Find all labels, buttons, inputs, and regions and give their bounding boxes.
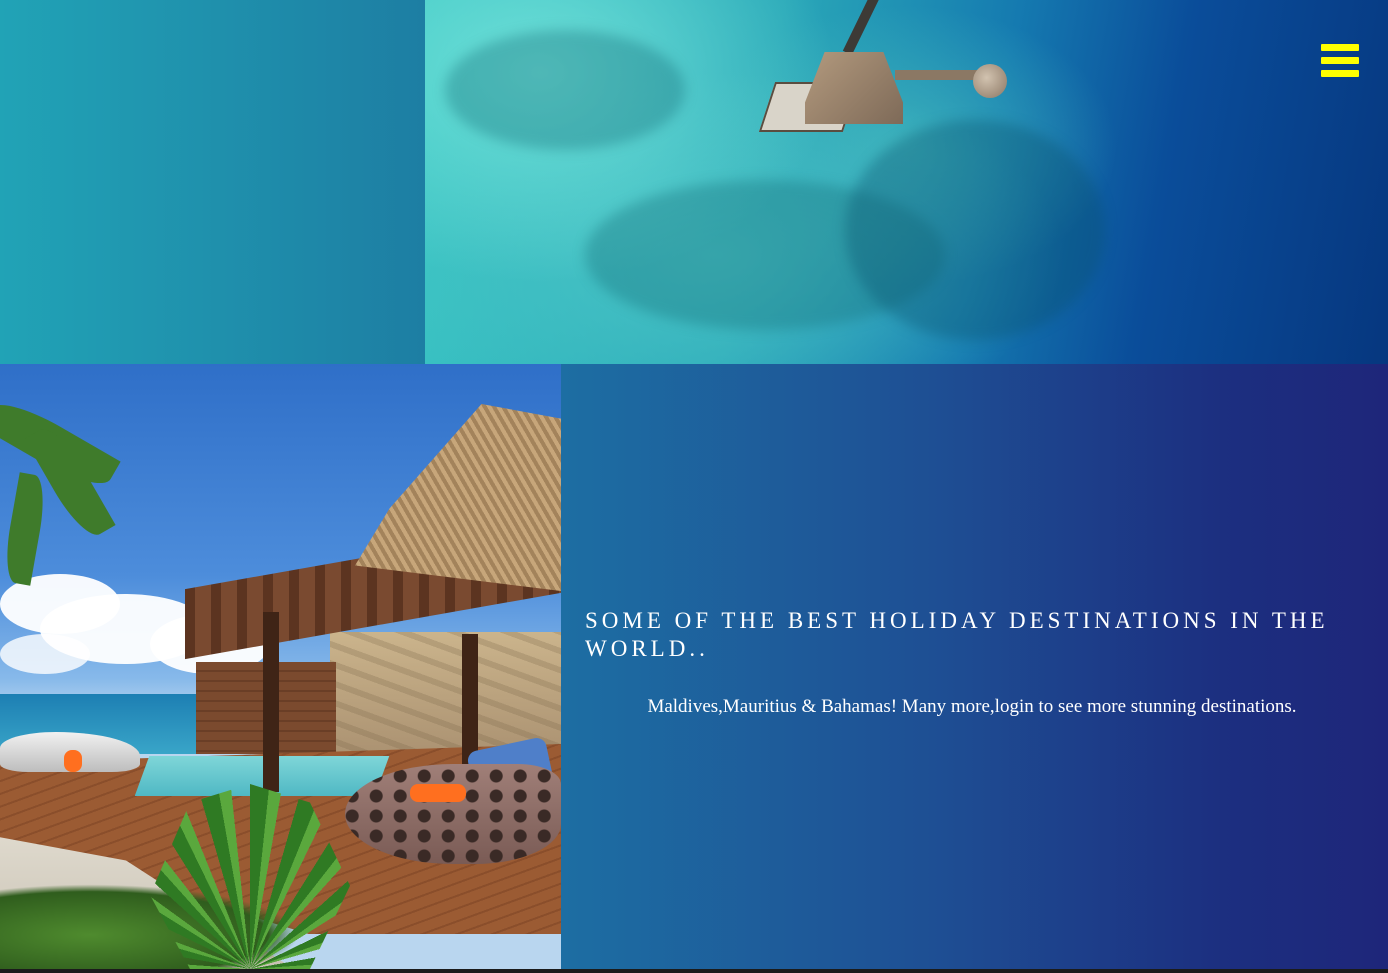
orange-towel [410,784,466,802]
page: Some of the best holiday destinations in… [0,0,1388,973]
pier-walkway-side [895,70,985,80]
cloud [0,634,90,674]
bottom-strip [0,969,1388,973]
overwater-restaurant [805,52,903,124]
reef-patch [845,120,1105,340]
reef-patch [445,30,685,150]
hamburger-menu-icon[interactable] [1321,44,1359,78]
wicker-daybed [345,764,561,864]
beach-villa-photo [0,364,561,969]
aerial-resort-photo [425,0,1388,364]
menu-bar-line [1321,57,1359,64]
overwater-hut-small [973,64,1007,98]
destinations-text-panel: Some of the best holiday destinations in… [561,364,1388,969]
destinations-description: Maldives,Mauritius & Bahamas! Many more,… [647,696,1297,717]
thatched-roof [355,404,561,594]
pergola-post [263,612,279,792]
palm-frond [0,472,50,586]
teal-color-block [0,0,425,364]
menu-bar-line [1321,70,1359,77]
headline: Some of the best holiday destinations in… [585,608,1329,661]
pier-walkway [842,0,883,56]
orange-towel [64,750,82,772]
menu-bar-line [1321,44,1359,51]
